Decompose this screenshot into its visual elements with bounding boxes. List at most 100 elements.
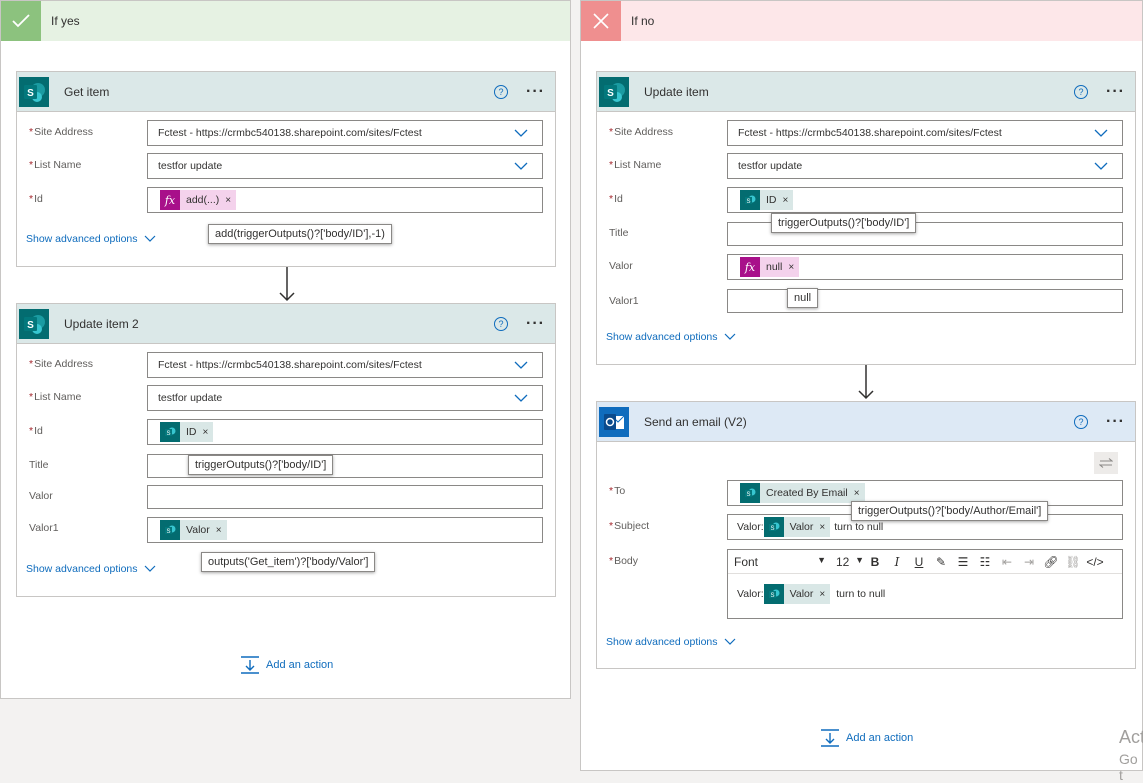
underline-icon[interactable]: U: [908, 555, 930, 569]
chevron-down-icon: [514, 361, 528, 369]
rich-text-toolbar: Font ▼ 12 ▼ B I U ✎ ☰ ☷ ⇤ ⇥ 🔗︎ ⛓︎ </>: [728, 550, 1122, 574]
link-icon[interactable]: 🔗︎: [1040, 555, 1062, 569]
valor-label: Valor: [29, 490, 53, 502]
x-icon: [581, 1, 621, 41]
more-icon[interactable]: ···: [526, 83, 545, 101]
show-advanced-options[interactable]: Show advanced options: [606, 636, 736, 648]
help-icon[interactable]: ?: [494, 316, 509, 331]
activation-watermark-line2: Go t: [1119, 751, 1138, 783]
show-advanced-options[interactable]: Show advanced options: [606, 331, 736, 343]
bullet-list-icon[interactable]: ☰: [952, 555, 974, 569]
swap-icon[interactable]: [1094, 452, 1118, 474]
svg-text:S: S: [607, 88, 614, 99]
update-item-header[interactable]: S Update item ? ···: [597, 72, 1135, 112]
list-name-dropdown[interactable]: testfor update: [727, 153, 1123, 179]
send-email-title: Send an email (V2): [644, 414, 747, 429]
unlink-icon[interactable]: ⛓︎: [1062, 555, 1084, 569]
id-field[interactable]: S ID ×: [727, 187, 1123, 213]
remove-token-icon[interactable]: ×: [819, 522, 830, 533]
show-advanced-options[interactable]: Show advanced options: [26, 563, 156, 575]
font-family-dropdown[interactable]: Font ▼: [734, 555, 826, 569]
branch-if-no: If no S Update item ? ··· *Site Address …: [580, 0, 1143, 783]
valor1-tooltip: outputs('Get_item')?['body/Valor']: [201, 552, 376, 572]
outdent-icon[interactable]: ⇤: [996, 555, 1018, 569]
valor-field[interactable]: fx null ×: [727, 254, 1123, 280]
body-editor[interactable]: Font ▼ 12 ▼ B I U ✎ ☰ ☷ ⇤ ⇥ 🔗︎ ⛓︎ </> Valo…: [727, 549, 1123, 619]
svg-text:S: S: [770, 593, 774, 599]
branch-if-yes: If yes S Get item ? ··· *Site Address Fc…: [0, 0, 571, 699]
chevron-down-icon: [1094, 162, 1108, 170]
list-name-label: *List Name: [29, 391, 82, 403]
list-name-label: *List Name: [29, 159, 82, 171]
add-action-button[interactable]: Add an action: [820, 729, 913, 747]
dynamic-content-token[interactable]: S Valor ×: [763, 584, 831, 604]
send-email-header[interactable]: Send an email (V2) ? ···: [597, 402, 1135, 442]
activation-watermark-line1: Act: [1119, 727, 1143, 747]
sharepoint-icon: S: [160, 422, 180, 442]
dynamic-content-token[interactable]: S ID ×: [160, 422, 214, 442]
more-icon[interactable]: ···: [526, 315, 545, 333]
branch-no-title: If no: [631, 14, 655, 28]
bold-icon[interactable]: B: [864, 555, 886, 569]
expression-token[interactable]: fx add(...) ×: [160, 190, 237, 210]
help-icon[interactable]: ?: [1074, 414, 1089, 429]
valor-field[interactable]: [147, 485, 543, 509]
id-label: *Id: [29, 425, 43, 437]
valor1-label: Valor1: [29, 522, 59, 534]
add-action-button[interactable]: Add an action: [240, 656, 333, 674]
help-icon[interactable]: ?: [1074, 84, 1089, 99]
remove-token-icon[interactable]: ×: [854, 488, 865, 499]
sharepoint-icon: S: [763, 517, 784, 537]
font-size-dropdown[interactable]: 12 ▼: [836, 555, 864, 569]
site-address-label: *Site Address: [29, 358, 94, 370]
outlook-icon: [599, 406, 629, 437]
remove-token-icon[interactable]: ×: [216, 525, 227, 536]
highlight-icon[interactable]: ✎: [930, 555, 952, 569]
indent-icon[interactable]: ⇥: [1018, 555, 1040, 569]
id-tooltip: triggerOutputs()?['body/ID']: [771, 213, 917, 233]
sharepoint-icon: S: [599, 76, 629, 107]
dynamic-content-token[interactable]: S ID ×: [740, 190, 794, 210]
dynamic-content-token[interactable]: S Created By Email ×: [740, 483, 865, 503]
list-name-dropdown[interactable]: testfor update: [147, 153, 543, 179]
site-address-dropdown[interactable]: Fctest - https://crmbc540138.sharepoint.…: [727, 120, 1123, 146]
remove-token-icon[interactable]: ×: [819, 589, 830, 600]
svg-text:S: S: [166, 431, 170, 437]
chevron-down-icon: [514, 129, 528, 137]
id-field[interactable]: fx add(...) ×: [147, 187, 543, 213]
sharepoint-icon: S: [19, 308, 49, 339]
chevron-down-icon: [1094, 129, 1108, 137]
remove-token-icon[interactable]: ×: [783, 195, 794, 206]
numbered-list-icon[interactable]: ☷: [974, 555, 996, 569]
list-name-dropdown[interactable]: testfor update: [147, 385, 543, 411]
branch-no-header[interactable]: If no: [581, 1, 1142, 41]
title-label: Title: [29, 459, 49, 471]
id-label: *Id: [609, 193, 623, 205]
svg-text:S: S: [746, 492, 750, 498]
branch-yes-header[interactable]: If yes: [1, 1, 570, 41]
expression-token[interactable]: fx null ×: [740, 257, 800, 277]
code-view-icon[interactable]: </>: [1084, 555, 1106, 569]
remove-token-icon[interactable]: ×: [203, 427, 214, 438]
remove-token-icon[interactable]: ×: [225, 195, 236, 206]
update-item-2-header[interactable]: S Update item 2 ? ···: [17, 304, 555, 344]
site-address-dropdown[interactable]: Fctest - https://crmbc540138.sharepoint.…: [147, 120, 543, 146]
show-advanced-options[interactable]: Show advanced options: [26, 233, 156, 245]
valor1-field[interactable]: S Valor ×: [147, 517, 543, 543]
add-action-icon: [241, 656, 259, 674]
more-icon[interactable]: ···: [1106, 83, 1125, 101]
svg-text:S: S: [166, 529, 170, 535]
add-action-icon: [821, 729, 839, 747]
arrow-down-icon: [279, 267, 295, 302]
get-item-header[interactable]: S Get item ? ···: [17, 72, 555, 112]
dynamic-content-token[interactable]: S Valor ×: [160, 520, 227, 540]
id-field[interactable]: S ID ×: [147, 419, 543, 445]
italic-icon[interactable]: I: [886, 555, 908, 569]
help-icon[interactable]: ?: [494, 84, 509, 99]
remove-token-icon[interactable]: ×: [788, 262, 799, 273]
valor1-tooltip: null: [787, 288, 819, 308]
site-address-label: *Site Address: [29, 126, 94, 138]
site-address-dropdown[interactable]: Fctest - https://crmbc540138.sharepoint.…: [147, 352, 543, 378]
more-icon[interactable]: ···: [1106, 413, 1125, 431]
dynamic-content-token[interactable]: S Valor ×: [763, 517, 831, 537]
